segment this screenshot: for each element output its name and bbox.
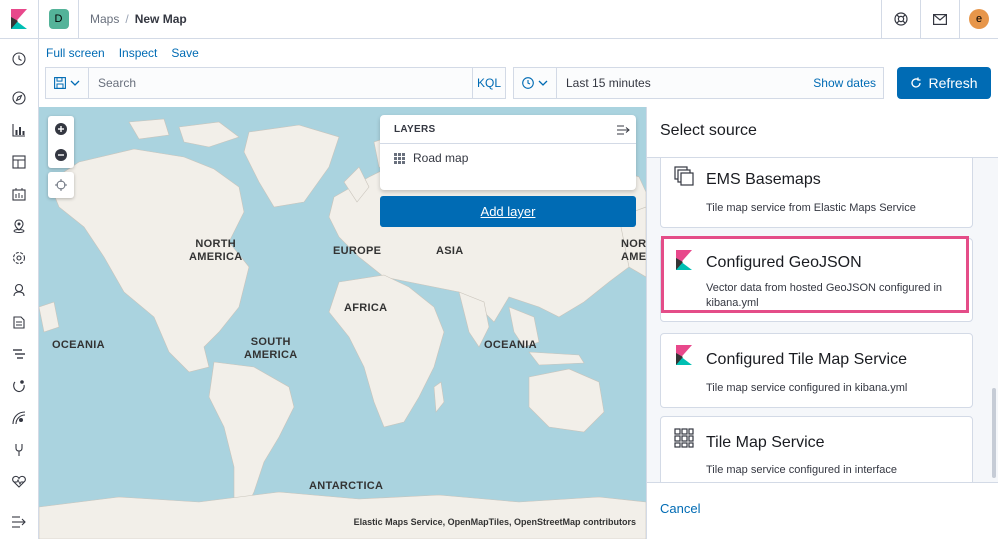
plus-icon bbox=[55, 123, 67, 135]
card-description: Tile map service configured in kibana.ym… bbox=[706, 382, 908, 394]
refresh-icon bbox=[911, 77, 922, 88]
tools-control bbox=[48, 172, 74, 198]
card-title: Configured Tile Map Service bbox=[706, 351, 907, 368]
card-title: Tile Map Service bbox=[706, 434, 825, 451]
zoom-out-button[interactable] bbox=[48, 142, 74, 168]
map-label-antarctica: ANTARCTICA bbox=[309, 480, 384, 492]
map-label-africa: AFRICA bbox=[344, 302, 388, 314]
saved-query-button[interactable] bbox=[45, 67, 89, 99]
add-layer-button[interactable]: Add layer bbox=[380, 196, 636, 227]
collapse-layers-icon[interactable] bbox=[617, 125, 630, 135]
draw-tool-button[interactable] bbox=[48, 172, 74, 198]
minus-icon bbox=[55, 149, 67, 161]
map-label-south-america: SOUTH AMERICA bbox=[244, 336, 298, 361]
breadcrumb: Maps / New Map bbox=[79, 12, 187, 26]
search-placeholder: Search bbox=[98, 76, 137, 90]
layer-row-road-map[interactable]: Road map bbox=[380, 151, 636, 165]
map-label-oceania-right: OCEANIA bbox=[484, 339, 537, 351]
source-card-ems-basemaps[interactable]: EMS Basemaps Tile map service from Elast… bbox=[660, 158, 973, 228]
dashboard-icon[interactable] bbox=[10, 153, 28, 171]
top-nav-menu: Full screen Inspect Save bbox=[46, 46, 199, 60]
newsfeed-button[interactable] bbox=[920, 0, 959, 39]
map-label-europe: EUROPE bbox=[333, 245, 382, 257]
scrollbar[interactable] bbox=[992, 388, 996, 478]
map-label-north-america: NORTH AMERICA bbox=[189, 238, 243, 263]
help-button[interactable] bbox=[881, 0, 920, 39]
crosshair-icon bbox=[55, 179, 67, 191]
select-source-panel: Select source EMS Basemaps Tile map serv… bbox=[646, 107, 998, 539]
grid-icon bbox=[674, 428, 694, 448]
uptime-icon[interactable] bbox=[10, 377, 28, 395]
side-nav bbox=[0, 39, 39, 539]
kql-toggle-button[interactable]: KQL bbox=[472, 67, 506, 99]
collapse-nav-icon[interactable] bbox=[10, 513, 28, 531]
logs-icon[interactable] bbox=[10, 313, 28, 331]
ems-basemaps-icon bbox=[674, 166, 694, 186]
map-label-north-america-right: NORAMER bbox=[621, 238, 646, 263]
source-card-configured-tile-map-service[interactable]: Configured Tile Map Service Tile map ser… bbox=[660, 333, 973, 408]
source-list: EMS Basemaps Tile map service from Elast… bbox=[647, 157, 998, 483]
kibana-logo-icon bbox=[11, 9, 27, 29]
quick-date-menu-button[interactable] bbox=[513, 67, 557, 99]
refresh-label: Refresh bbox=[928, 75, 978, 91]
top-header: D Maps / New Map e bbox=[0, 0, 998, 39]
selection-highlight bbox=[661, 236, 969, 313]
map-label-oceania-left: OCEANIA bbox=[52, 339, 105, 351]
machine-learning-icon[interactable] bbox=[10, 249, 28, 267]
source-card-tile-map-service[interactable]: Tile Map Service Tile map service config… bbox=[660, 416, 973, 482]
avatar: e bbox=[969, 9, 989, 29]
dev-tools-icon[interactable] bbox=[10, 441, 28, 459]
discover-icon[interactable] bbox=[10, 89, 28, 107]
date-range-text: Last 15 minutes bbox=[566, 76, 651, 90]
recently-viewed-icon[interactable] bbox=[10, 50, 28, 68]
lifebuoy-icon bbox=[894, 12, 908, 26]
chevron-down-icon bbox=[70, 80, 80, 86]
chevron-down-icon bbox=[538, 80, 548, 86]
layers-title: LAYERS bbox=[394, 124, 436, 135]
breadcrumb-separator: / bbox=[125, 12, 129, 26]
save-link[interactable]: Save bbox=[171, 46, 198, 60]
map-attribution: Elastic Maps Service, OpenMapTiles, Open… bbox=[353, 517, 636, 527]
map-label-asia: ASIA bbox=[436, 245, 464, 257]
zoom-controls bbox=[48, 116, 74, 168]
breadcrumb-maps[interactable]: Maps bbox=[90, 12, 119, 26]
header-actions: e bbox=[881, 0, 998, 39]
space-selector[interactable]: D bbox=[39, 0, 79, 39]
full-screen-link[interactable]: Full screen bbox=[46, 46, 105, 60]
cancel-button[interactable]: Cancel bbox=[660, 501, 700, 516]
layer-control: LAYERS Road map bbox=[380, 115, 636, 190]
apm-icon[interactable] bbox=[10, 345, 28, 363]
clock-icon bbox=[522, 77, 534, 89]
panel-title: Select source bbox=[660, 122, 757, 139]
monitoring-icon[interactable] bbox=[10, 473, 28, 491]
search-input[interactable]: Search bbox=[89, 67, 472, 99]
kibana-icon bbox=[676, 345, 692, 365]
refresh-button[interactable]: Refresh bbox=[897, 67, 991, 99]
card-title: EMS Basemaps bbox=[706, 171, 821, 188]
infrastructure-icon[interactable] bbox=[10, 281, 28, 299]
kibana-logo[interactable] bbox=[0, 0, 39, 39]
date-range-picker[interactable]: Last 15 minutes Show dates bbox=[557, 67, 884, 99]
card-description: Tile map service configured in interface bbox=[706, 464, 897, 476]
save-icon bbox=[54, 77, 66, 89]
inspect-link[interactable]: Inspect bbox=[119, 46, 158, 60]
query-bar: Search KQL Last 15 minutes Show dates bbox=[45, 67, 884, 99]
visualize-icon[interactable] bbox=[10, 121, 28, 139]
show-dates-button[interactable]: Show dates bbox=[813, 76, 876, 90]
siem-icon[interactable] bbox=[10, 409, 28, 427]
mail-icon bbox=[933, 13, 947, 25]
space-avatar: D bbox=[48, 9, 69, 29]
card-description: Tile map service from Elastic Maps Servi… bbox=[706, 202, 916, 214]
grid-icon bbox=[394, 152, 405, 164]
canvas-icon[interactable] bbox=[10, 185, 28, 203]
map-canvas[interactable]: NORTHAMERICA EUROPE ASIA NORAMER AFRICA … bbox=[39, 107, 646, 539]
user-menu-button[interactable]: e bbox=[959, 0, 998, 39]
breadcrumb-current: New Map bbox=[134, 12, 187, 26]
zoom-in-button[interactable] bbox=[48, 116, 74, 142]
layer-name: Road map bbox=[413, 151, 469, 165]
maps-icon[interactable] bbox=[10, 217, 28, 235]
